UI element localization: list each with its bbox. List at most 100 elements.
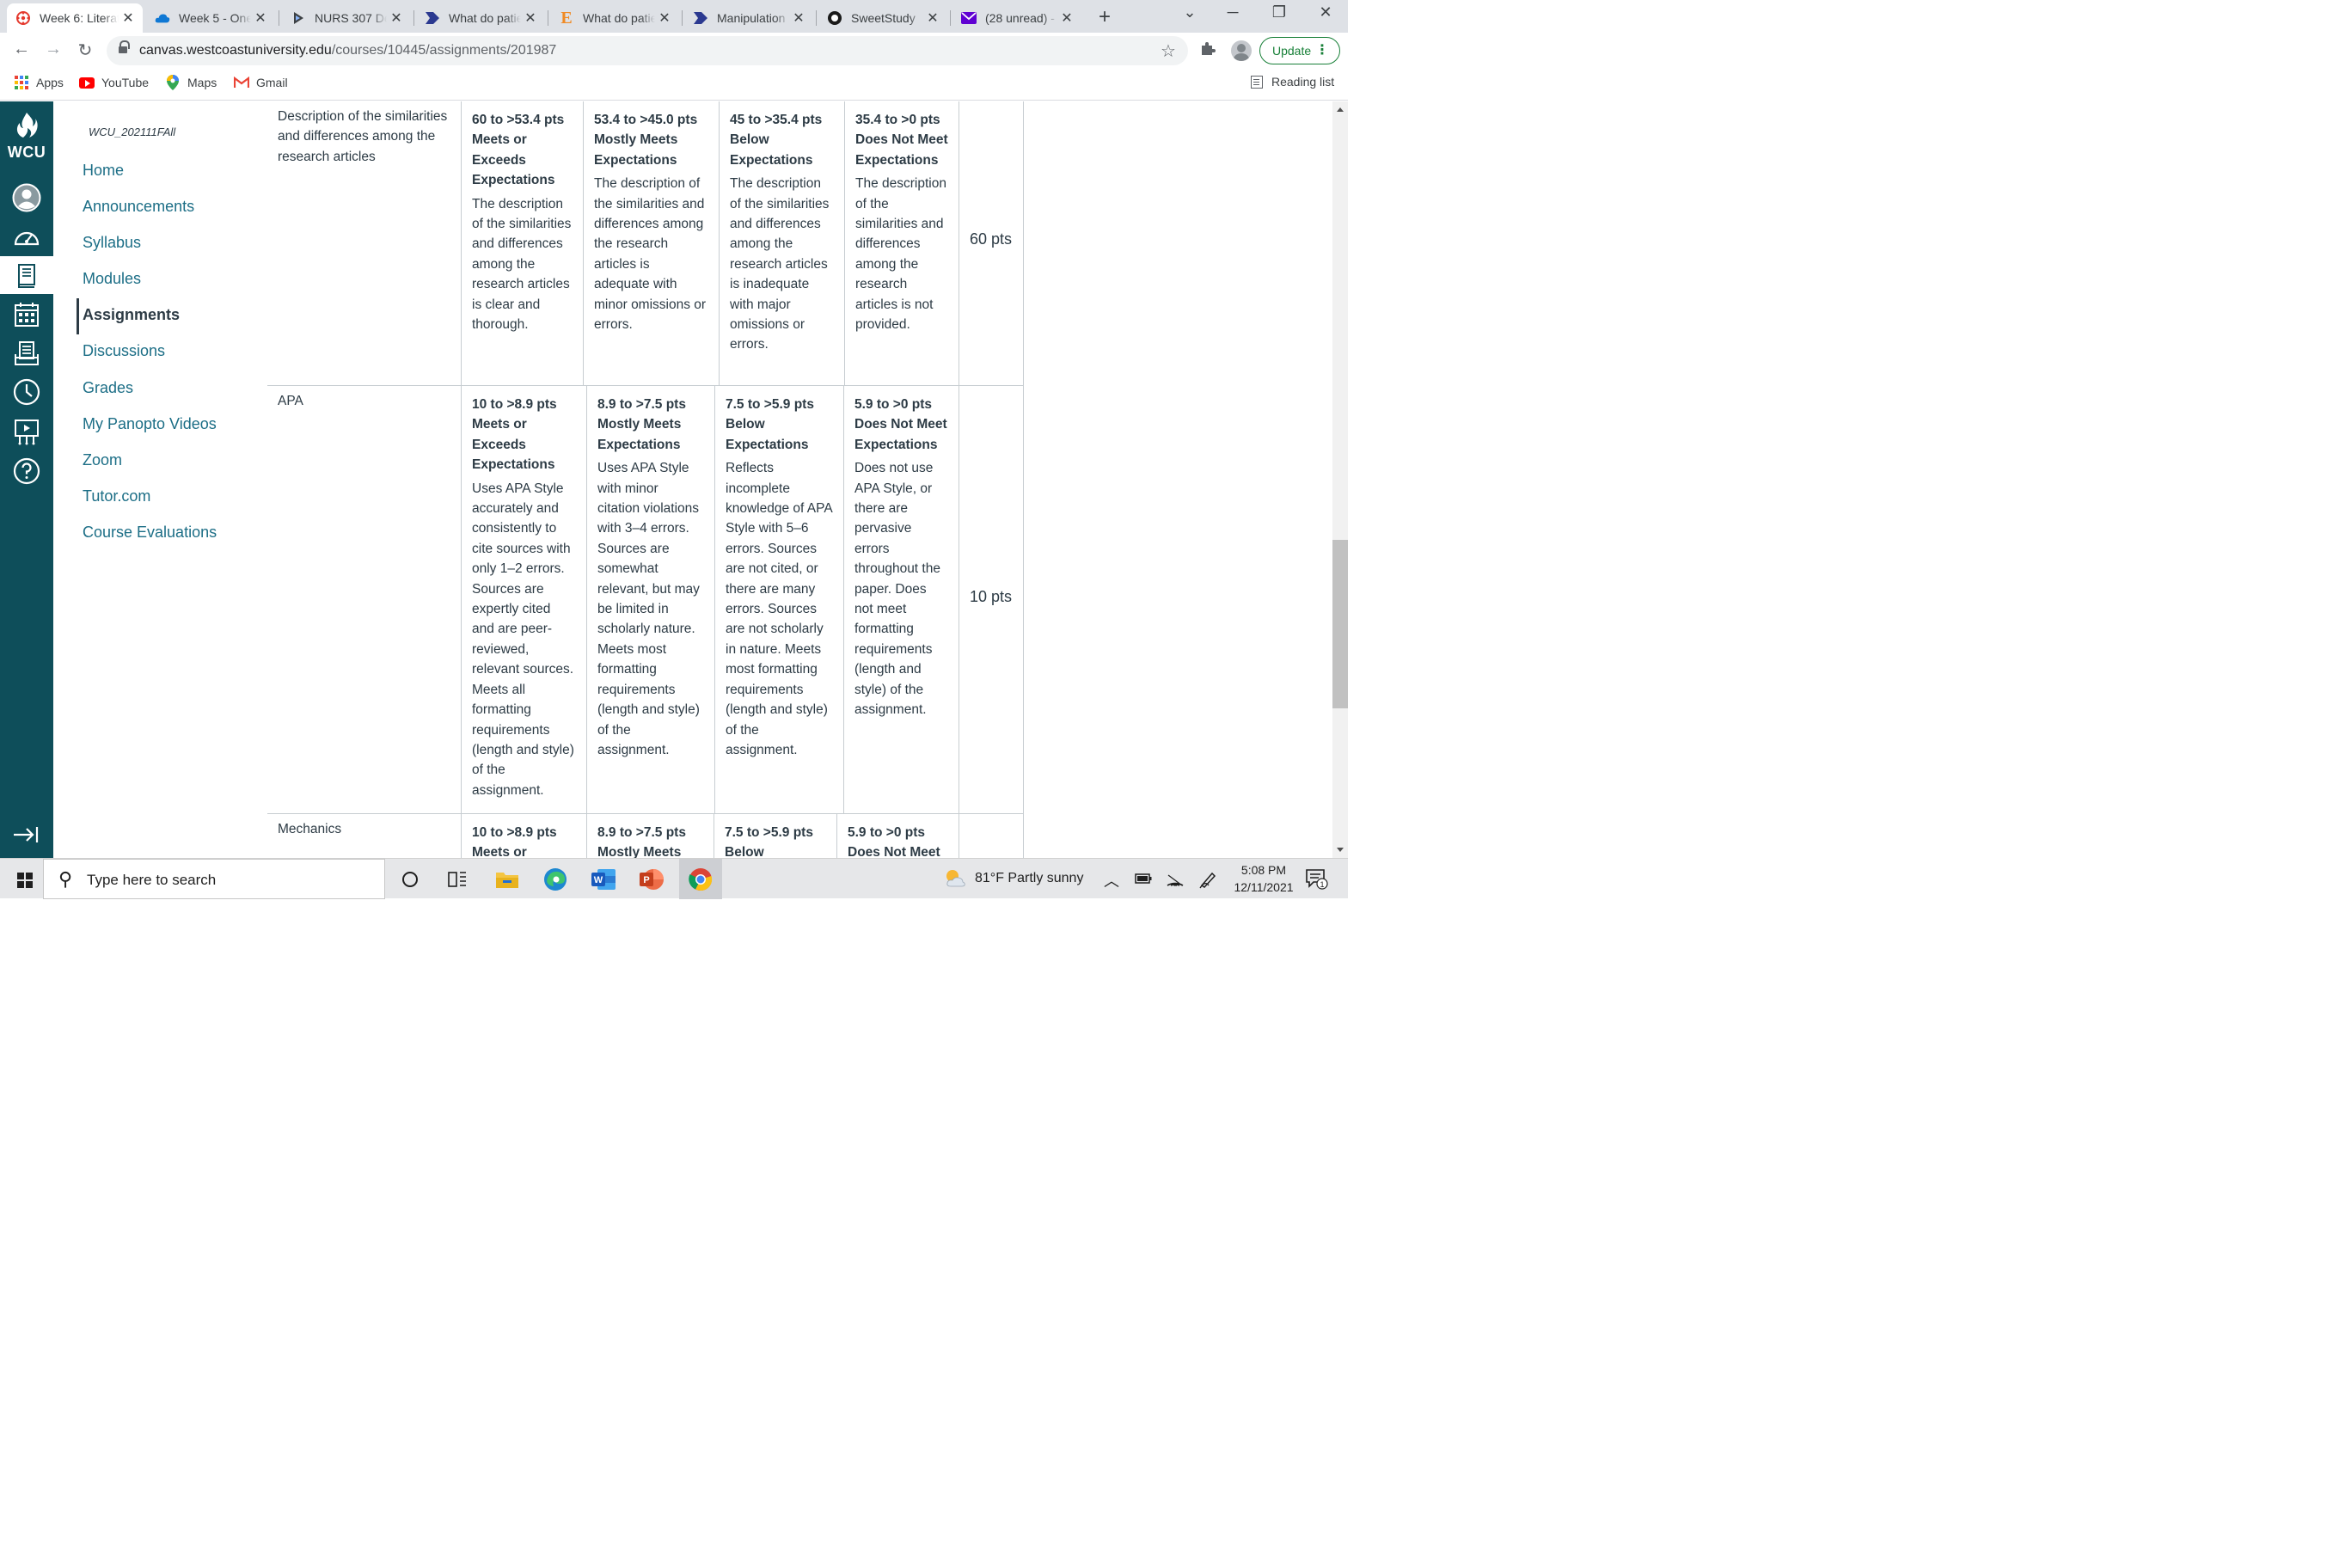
rating-cell[interactable]: 45 to >35.4 pts Below Expectations The d… bbox=[720, 101, 845, 385]
help-nav[interactable] bbox=[0, 452, 53, 490]
course-nav-tutor[interactable]: Tutor.com bbox=[83, 487, 150, 505]
powerpoint-icon[interactable]: P bbox=[638, 866, 665, 893]
reading-list-button[interactable]: Reading list bbox=[1251, 75, 1334, 89]
rating-cell[interactable]: 35.4 to >0 pts Does Not Meet Expectation… bbox=[845, 101, 959, 385]
close-icon[interactable]: ✕ bbox=[655, 9, 674, 27]
page-scrollbar[interactable] bbox=[1332, 101, 1348, 858]
course-nav-discussions[interactable]: Discussions bbox=[83, 342, 165, 360]
show-hidden-icons-chevron-icon[interactable]: ︿ bbox=[1104, 869, 1119, 891]
rating-cell[interactable]: 7.5 to >5.9 pts Below Expectations Refle… bbox=[715, 386, 844, 813]
reload-button[interactable]: ↻ bbox=[74, 40, 96, 61]
address-bar[interactable]: canvas.westcoastuniversity.edu/courses/1… bbox=[107, 36, 1188, 65]
close-icon[interactable]: ✕ bbox=[521, 9, 540, 27]
back-button[interactable]: ← bbox=[10, 40, 33, 59]
course-nav-panopto[interactable]: My Panopto Videos bbox=[83, 415, 217, 433]
taskbar-search[interactable]: ⚲ Type here to search bbox=[43, 859, 385, 899]
calendar-nav[interactable] bbox=[0, 296, 53, 334]
studio-nav[interactable] bbox=[0, 413, 53, 450]
tab-yahoo-mail[interactable]: (28 unread) - ✕ bbox=[952, 3, 1081, 33]
bookmark-apps[interactable]: Apps bbox=[14, 75, 64, 90]
tab-manipulation[interactable]: Manipulation ✕ bbox=[684, 3, 813, 33]
collapse-nav-icon[interactable] bbox=[12, 824, 40, 850]
rating-cell[interactable]: 60 to >53.4 pts Meets or Exceeds Expecta… bbox=[462, 101, 584, 385]
history-nav[interactable] bbox=[0, 373, 53, 411]
chrome-icon[interactable] bbox=[687, 866, 714, 893]
close-icon[interactable]: ✕ bbox=[251, 9, 270, 27]
course-nav-grades[interactable]: Grades bbox=[83, 379, 133, 397]
inbox-nav[interactable] bbox=[0, 334, 53, 372]
course-nav-zoom[interactable]: Zoom bbox=[83, 451, 122, 469]
clock-date: 12/11/2021 bbox=[1234, 880, 1294, 894]
rating-cell[interactable]: 10 to >8.9 pts Meets or Exceeds Expectat… bbox=[462, 386, 587, 813]
pen-icon[interactable] bbox=[1198, 870, 1217, 893]
wifi-icon[interactable] bbox=[1166, 871, 1185, 891]
tab-what-do-patients-2[interactable]: E What do patie ✕ bbox=[550, 3, 679, 33]
new-tab-button[interactable]: + bbox=[1093, 5, 1116, 29]
close-icon[interactable]: ✕ bbox=[387, 9, 406, 27]
canvas-icon bbox=[15, 10, 31, 26]
courses-nav[interactable] bbox=[0, 256, 53, 294]
windows-start-icon[interactable] bbox=[17, 873, 33, 888]
system-clock[interactable]: 5:08 PM 12/11/2021 bbox=[1229, 861, 1298, 896]
account-nav[interactable] bbox=[0, 179, 53, 217]
close-icon[interactable]: ✕ bbox=[789, 9, 808, 27]
tab-search-icon[interactable]: ⌄ bbox=[1173, 3, 1207, 21]
word-icon[interactable]: W bbox=[590, 866, 617, 893]
url-text[interactable]: canvas.westcoastuniversity.edu/courses/1… bbox=[139, 43, 556, 58]
edge-browser-icon[interactable] bbox=[542, 866, 569, 893]
update-button[interactable]: Update ⋮ bbox=[1259, 37, 1340, 64]
course-nav-home[interactable]: Home bbox=[83, 162, 124, 180]
arrow-chevron-icon bbox=[425, 10, 440, 26]
rating-cell[interactable]: 10 to >8.9 pts Meets or bbox=[462, 814, 587, 858]
profile-avatar[interactable] bbox=[1231, 40, 1252, 61]
close-icon[interactable]: ✕ bbox=[923, 9, 942, 27]
rating-cell[interactable]: 5.9 to >0 pts Does Not Meet bbox=[837, 814, 959, 858]
restore-button[interactable]: ❐ bbox=[1262, 3, 1296, 21]
minimize-button[interactable]: ─ bbox=[1216, 3, 1250, 21]
rating-description: Reflects incomplete knowledge of APA Sty… bbox=[726, 461, 832, 757]
weather-text[interactable]: 81°F Partly sunny bbox=[975, 871, 1083, 886]
weather-sun-cloud-icon[interactable] bbox=[944, 867, 966, 894]
rating-cell[interactable]: 53.4 to >45.0 pts Mostly Meets Expectati… bbox=[584, 101, 720, 385]
courses-book-icon bbox=[18, 264, 35, 288]
forward-button[interactable]: → bbox=[42, 40, 64, 59]
tab-onedrive[interactable]: Week 5 - OneD ✕ bbox=[146, 3, 275, 33]
close-window-button[interactable]: ✕ bbox=[1308, 3, 1343, 21]
battery-icon[interactable] bbox=[1135, 873, 1152, 888]
course-nav-modules[interactable]: Modules bbox=[83, 270, 141, 288]
lock-icon[interactable] bbox=[119, 40, 130, 56]
tab-week6[interactable]: Week 6: Literat ✕ bbox=[7, 3, 143, 33]
tab-sweetstudy[interactable]: SweetStudy ✕ bbox=[818, 3, 947, 33]
rating-cell[interactable]: 8.9 to >7.5 pts Mostly Meets Expectation… bbox=[587, 386, 715, 813]
rating-title: Meets or Exceeds Expectations bbox=[472, 417, 555, 473]
close-icon[interactable]: ✕ bbox=[119, 9, 138, 27]
scrollbar-thumb[interactable] bbox=[1332, 540, 1348, 708]
rating-points: 7.5 to >5.9 pts bbox=[726, 397, 814, 412]
scroll-up-arrow-icon[interactable] bbox=[1337, 107, 1344, 112]
dashboard-nav[interactable] bbox=[0, 219, 53, 257]
tab-what-do-patients-1[interactable]: What do patie ✕ bbox=[416, 3, 545, 33]
course-nav-announcements[interactable]: Announcements bbox=[83, 198, 194, 216]
close-icon[interactable]: ✕ bbox=[1057, 9, 1076, 27]
course-nav-syllabus[interactable]: Syllabus bbox=[83, 234, 141, 252]
clock-time: 5:08 PM bbox=[1240, 863, 1287, 877]
bookmark-gmail[interactable]: Gmail bbox=[234, 75, 288, 90]
rating-cell[interactable]: 8.9 to >7.5 pts Mostly Meets bbox=[587, 814, 714, 858]
bookmark-youtube[interactable]: YouTube bbox=[79, 75, 149, 90]
scroll-down-arrow-icon[interactable] bbox=[1337, 848, 1344, 852]
bookmark-star-icon[interactable]: ☆ bbox=[1161, 40, 1176, 62]
extensions-puzzle-icon[interactable] bbox=[1200, 40, 1216, 60]
cortana-icon[interactable] bbox=[396, 866, 424, 893]
file-explorer-icon[interactable] bbox=[493, 866, 521, 893]
course-nav-evaluations[interactable]: Course Evaluations bbox=[83, 524, 217, 542]
bookmark-maps[interactable]: Maps bbox=[165, 75, 217, 90]
rating-cell[interactable]: 7.5 to >5.9 pts Below bbox=[714, 814, 837, 858]
notification-icon[interactable]: 1 bbox=[1305, 868, 1329, 895]
task-view-icon[interactable] bbox=[444, 866, 471, 893]
rating-cell[interactable]: 5.9 to >0 pts Does Not Meet Expectations… bbox=[844, 386, 959, 813]
wcu-logo[interactable]: WCU bbox=[0, 112, 53, 162]
tab-nurs307[interactable]: NURS 307 Des ✕ bbox=[282, 3, 411, 33]
more-menu-icon[interactable]: ⋮ bbox=[1315, 41, 1329, 58]
rating-description: The description of the similarities and … bbox=[472, 196, 572, 333]
course-nav-assignments[interactable]: Assignments bbox=[83, 306, 180, 324]
